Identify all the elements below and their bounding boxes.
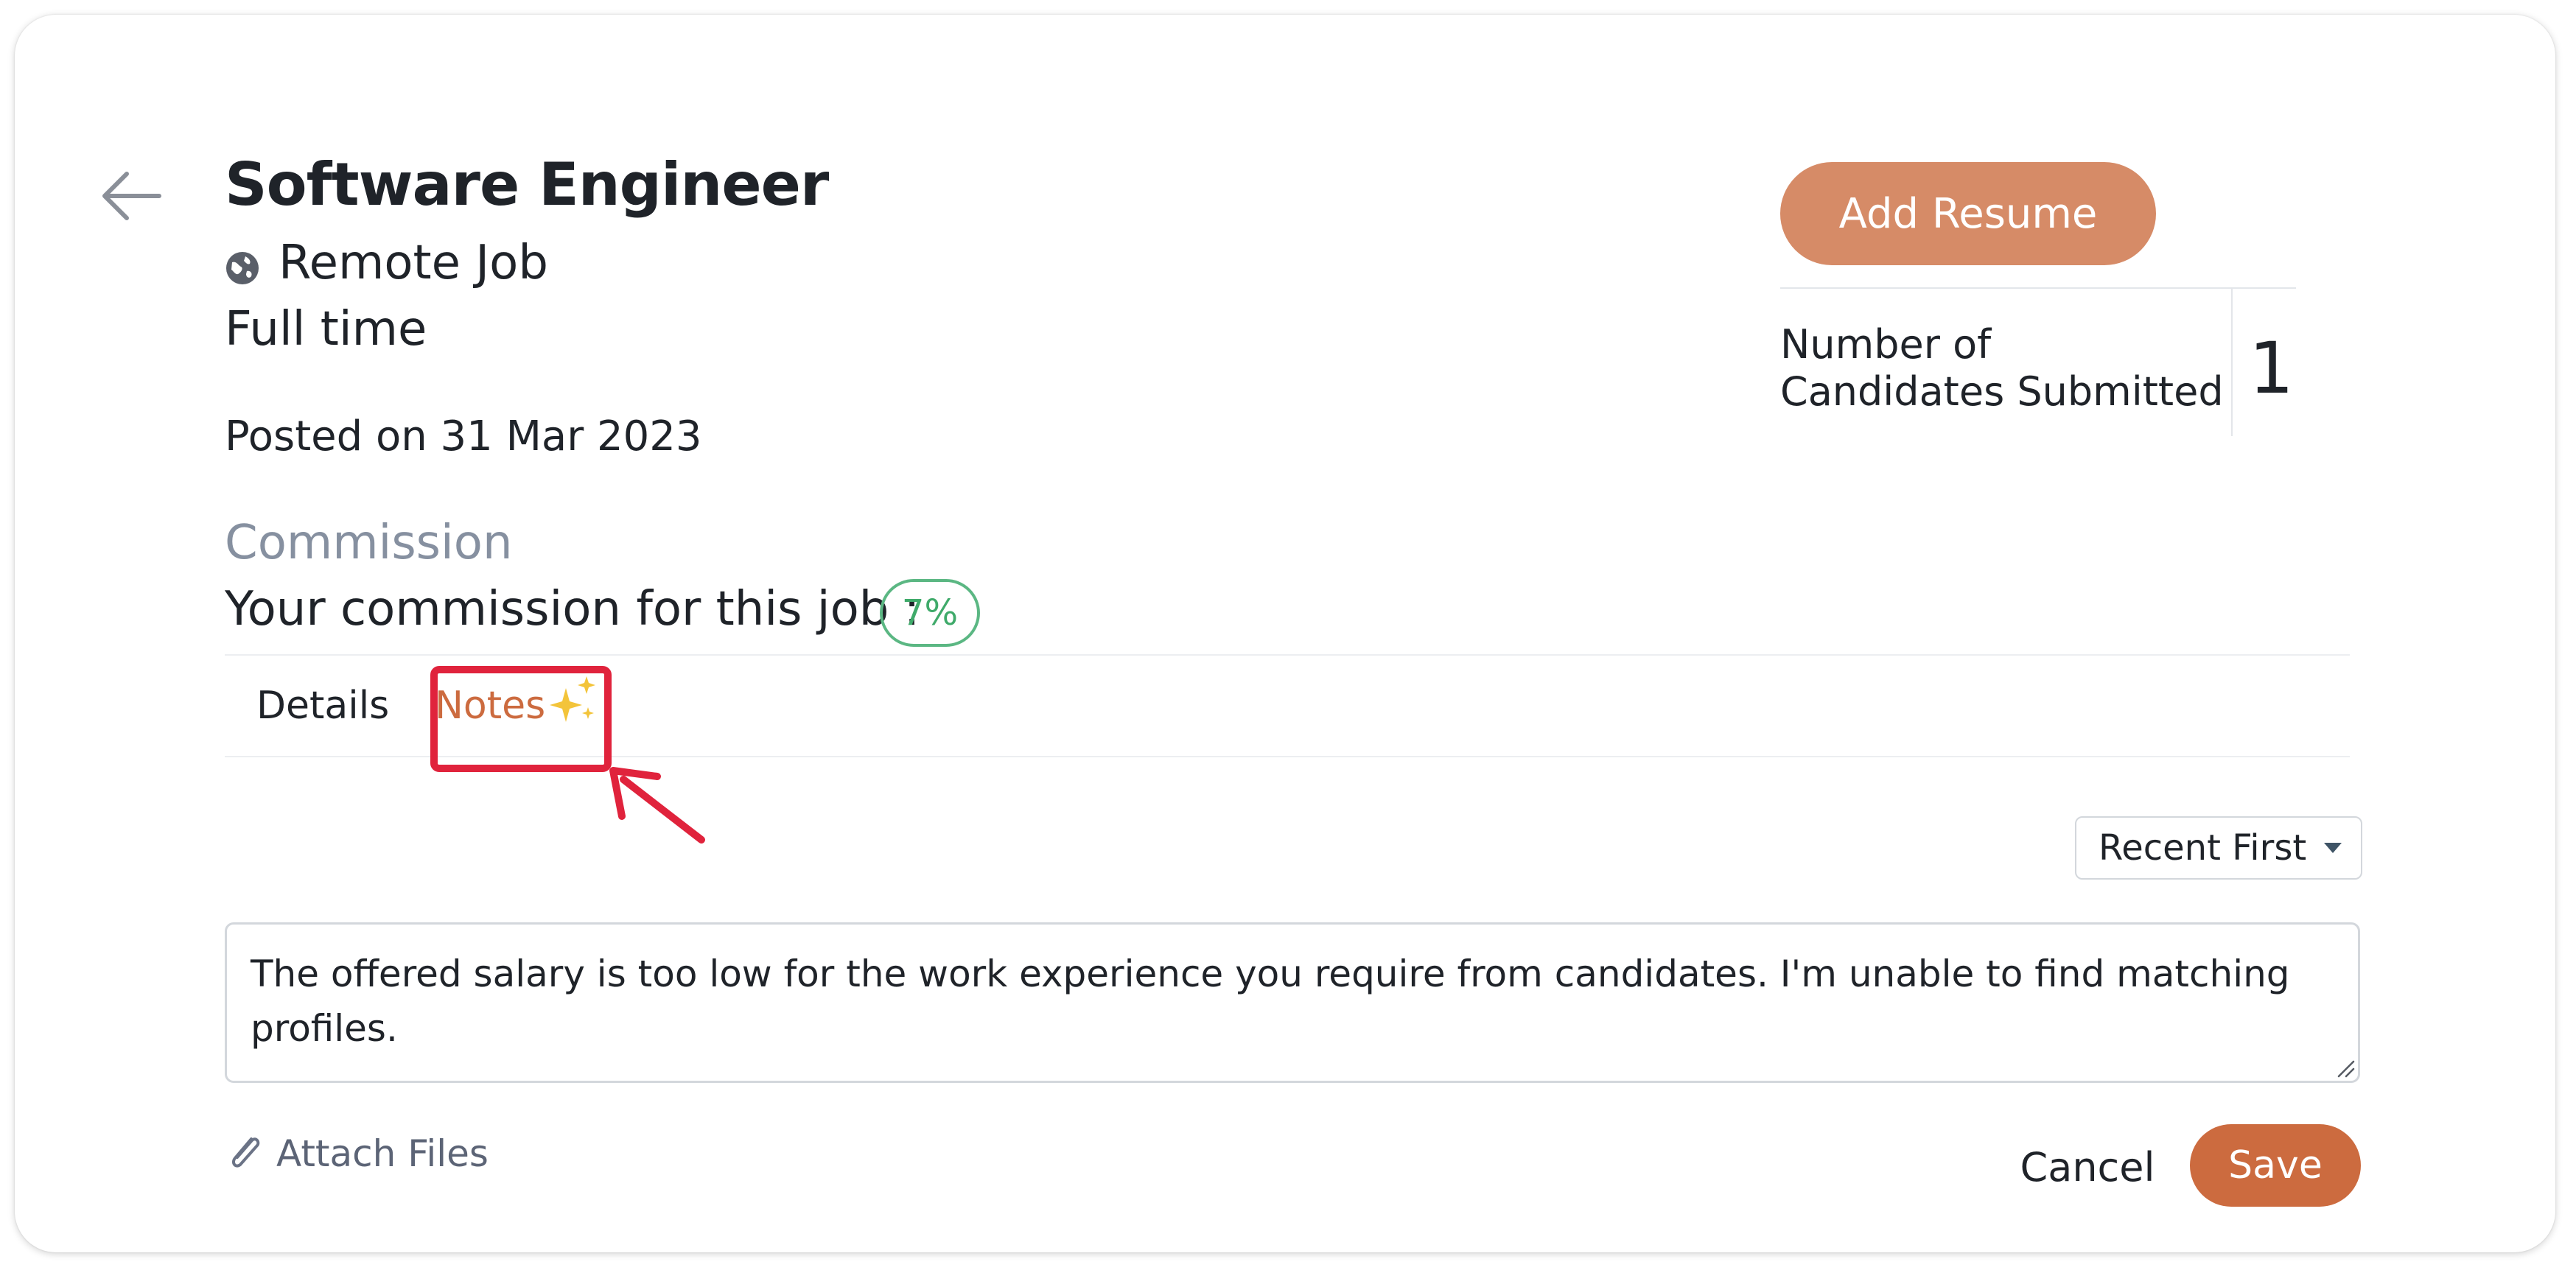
save-button[interactable]: Save [2190,1124,2361,1207]
commission-badge: 7% [880,579,980,647]
attach-files-button[interactable]: Attach Files [225,1132,489,1176]
arrow-left-icon [102,172,161,220]
candidates-submitted-label: Number of Candidates Submitted [1780,321,2224,415]
job-title: Software Engineer [225,150,829,219]
sort-dropdown[interactable]: Recent First [2075,816,2362,880]
stats-label-line2: Candidates Submitted [1780,368,2224,415]
note-text: The offered salary is too low for the wo… [251,953,2290,1050]
resize-handle-icon[interactable] [2333,1056,2355,1078]
commission-label: Your commission for this job : [225,582,920,636]
candidates-submitted-count: 1 [2249,327,2295,410]
back-button[interactable] [94,159,168,233]
commission-heading: Commission [225,516,513,570]
stats-divider [2231,289,2233,436]
job-type: Full time [225,302,427,357]
paperclip-icon [232,1137,260,1168]
caret-down-icon [2324,843,2342,853]
posted-date: Posted on 31 Mar 2023 [225,413,702,460]
annotation-arrow-icon [609,767,705,844]
globe-icon [226,252,259,284]
add-resume-button[interactable]: Add Resume [1780,162,2156,265]
cancel-button[interactable]: Cancel [2010,1126,2165,1208]
tabs-divider-top [225,654,2350,656]
attach-files-label: Attach Files [276,1132,489,1175]
tab-details[interactable]: Details [256,684,389,728]
stats-label-line1: Number of [1780,321,1992,368]
stats-divider-top [1780,287,2296,289]
job-card: Software Engineer Remote Job Full time P… [15,15,2555,1252]
sort-selected-label: Recent First [2099,827,2307,869]
note-textarea[interactable]: The offered salary is too low for the wo… [225,922,2360,1083]
notes-highlight-annotation [430,666,612,772]
job-location: Remote Job [279,236,548,290]
